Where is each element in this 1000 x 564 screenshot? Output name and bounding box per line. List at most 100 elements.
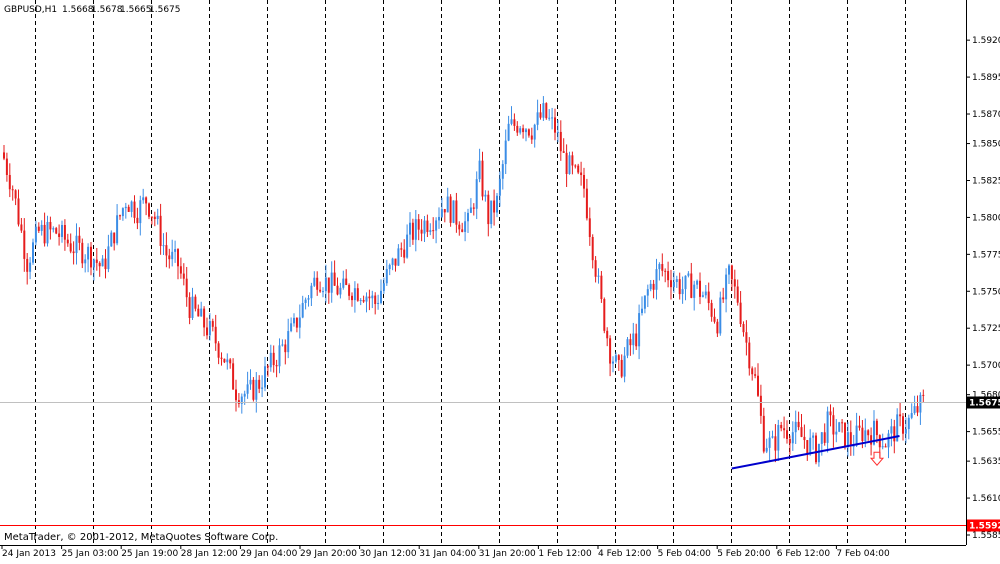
candle-body[interactable]: [542, 103, 545, 118]
candle-body[interactable]: [435, 220, 438, 231]
candle-body[interactable]: [725, 274, 728, 300]
candle-body[interactable]: [61, 225, 63, 237]
candle-body[interactable]: [844, 422, 846, 448]
candle-body[interactable]: [609, 338, 612, 364]
candle-body[interactable]: [11, 189, 14, 191]
candle-body[interactable]: [849, 432, 852, 446]
candle-body[interactable]: [229, 359, 232, 364]
candle-body[interactable]: [272, 352, 275, 366]
candle-body[interactable]: [403, 249, 406, 258]
candle-body[interactable]: [533, 124, 536, 140]
candle-body[interactable]: [92, 259, 95, 268]
candle-body[interactable]: [838, 422, 841, 432]
candle-body[interactable]: [130, 201, 133, 212]
candle-body[interactable]: [881, 446, 884, 448]
candle-body[interactable]: [81, 242, 84, 264]
candle-body[interactable]: [649, 283, 652, 290]
candle-body[interactable]: [806, 440, 809, 454]
candle-body[interactable]: [377, 302, 380, 305]
candle-body[interactable]: [536, 112, 539, 125]
candle-body[interactable]: [699, 280, 701, 297]
candle-body[interactable]: [617, 355, 620, 360]
candle-body[interactable]: [400, 248, 403, 250]
candle-body[interactable]: [748, 342, 751, 369]
candle-body[interactable]: [304, 299, 307, 304]
candle-body[interactable]: [171, 251, 174, 260]
candle-body[interactable]: [597, 275, 600, 277]
candle-body[interactable]: [417, 219, 420, 230]
candle-body[interactable]: [757, 375, 759, 396]
candle-body[interactable]: [754, 374, 757, 376]
candle-body[interactable]: [687, 273, 690, 276]
candle-body[interactable]: [809, 437, 812, 454]
candle-body[interactable]: [664, 270, 667, 272]
candle-body[interactable]: [519, 128, 522, 133]
candle-body[interactable]: [203, 308, 206, 328]
candle-body[interactable]: [333, 272, 336, 286]
candle-body[interactable]: [348, 284, 351, 296]
candle-body[interactable]: [3, 152, 5, 159]
candle-body[interactable]: [545, 103, 548, 119]
candle-body[interactable]: [658, 264, 661, 270]
price-chart[interactable]: 1.5675 1.5592 1.5920 1.5895 1.5870 1.5850 1.5…: [0, 0, 1000, 560]
candle-body[interactable]: [736, 286, 739, 303]
candle-body[interactable]: [382, 283, 385, 291]
candle-body[interactable]: [284, 344, 287, 353]
candle-body[interactable]: [440, 209, 443, 217]
candle-body[interactable]: [922, 394, 925, 396]
candle-body[interactable]: [353, 288, 356, 301]
candle-body[interactable]: [351, 295, 353, 301]
candle-body[interactable]: [600, 275, 603, 300]
candle-body[interactable]: [20, 224, 23, 231]
candle-body[interactable]: [156, 215, 159, 220]
candle-body[interactable]: [145, 197, 148, 204]
candle-body[interactable]: [733, 279, 736, 287]
candle-body[interactable]: [469, 207, 472, 213]
candle-body[interactable]: [371, 295, 374, 299]
candle-body[interactable]: [551, 117, 554, 119]
candle-body[interactable]: [794, 421, 797, 433]
candle-body[interactable]: [797, 421, 800, 428]
candle-body[interactable]: [150, 216, 153, 218]
candle-body[interactable]: [411, 222, 414, 240]
candle-body[interactable]: [548, 117, 551, 119]
candle-body[interactable]: [385, 269, 388, 284]
candle-body[interactable]: [467, 212, 469, 222]
candle-body[interactable]: [107, 246, 110, 270]
candle-body[interactable]: [623, 355, 626, 377]
candle-body[interactable]: [394, 258, 397, 266]
candle-body[interactable]: [174, 249, 177, 252]
chart-window[interactable]: 1.5675 1.5592 1.5920 1.5895 1.5870 1.5850 1.5…: [0, 0, 1000, 560]
candle-body[interactable]: [835, 431, 838, 435]
candle-body[interactable]: [342, 278, 345, 288]
candle-body[interactable]: [5, 158, 8, 175]
candle-body[interactable]: [301, 303, 304, 318]
candle-body[interactable]: [40, 224, 43, 231]
candle-body[interactable]: [670, 280, 672, 288]
candle-body[interactable]: [765, 447, 768, 452]
candle-body[interactable]: [655, 269, 658, 290]
candle-body[interactable]: [58, 233, 61, 237]
candle-body[interactable]: [29, 262, 32, 272]
candle-body[interactable]: [113, 232, 116, 244]
candle-body[interactable]: [672, 282, 675, 288]
candle-body[interactable]: [69, 243, 72, 252]
candle-body[interactable]: [330, 272, 333, 293]
candle-body[interactable]: [409, 222, 411, 235]
candle-body[interactable]: [788, 438, 791, 444]
candle-body[interactable]: [777, 424, 780, 451]
candle-body[interactable]: [867, 430, 870, 436]
candle-body[interactable]: [635, 333, 638, 347]
candle-body[interactable]: [861, 427, 864, 441]
candle-body[interactable]: [438, 216, 440, 221]
candle-body[interactable]: [722, 297, 725, 300]
candle-body[interactable]: [414, 219, 417, 240]
candle-body[interactable]: [696, 280, 699, 285]
candle-body[interactable]: [127, 206, 130, 212]
candle-body[interactable]: [287, 331, 290, 353]
candle-body[interactable]: [887, 433, 890, 448]
candle-body[interactable]: [23, 230, 26, 259]
candle-body[interactable]: [817, 443, 820, 463]
candle-body[interactable]: [629, 339, 632, 346]
candle-body[interactable]: [507, 123, 510, 141]
